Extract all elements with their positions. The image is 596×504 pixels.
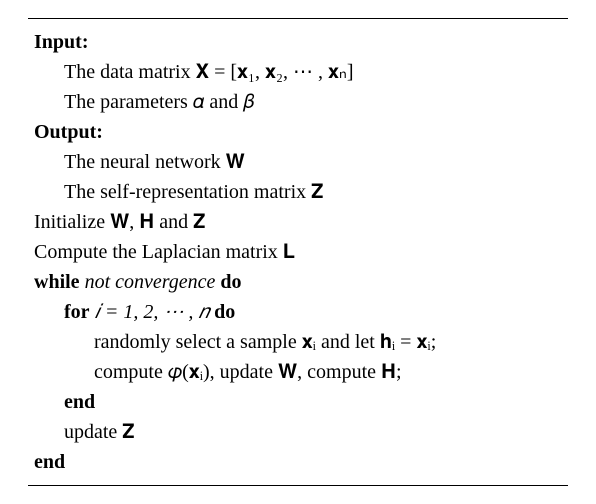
- input-line-2: The parameters 𝛼 and 𝛽: [34, 87, 562, 117]
- output-line-2: The self-representation matrix 𝐙: [34, 177, 562, 207]
- while-line: while not convergence do: [34, 267, 562, 297]
- for-do-keyword: do: [214, 301, 235, 323]
- input-line-1: The data matrix 𝐗 = [𝐱₁, 𝐱₂, ⋯ , 𝐱ₙ]: [34, 57, 562, 87]
- do-keyword: do: [220, 271, 241, 293]
- for-line: for 𝑖 = 1, 2, ⋯ , 𝑛 do: [34, 297, 562, 327]
- output-line-1: The neural network 𝐖: [34, 147, 562, 177]
- initialize-line: Initialize 𝐖, 𝐇 and 𝐙: [34, 207, 562, 237]
- while-condition: not convergence: [80, 271, 221, 293]
- body-line-2: compute 𝜑(𝐱ᵢ), update 𝐖, compute 𝐇;: [34, 357, 562, 387]
- bottom-rule: [28, 485, 568, 486]
- compute-laplacian-line: Compute the Laplacian matrix 𝐋: [34, 237, 562, 267]
- end-while: end: [34, 447, 562, 477]
- input-header: Input:: [34, 27, 562, 57]
- while-keyword: while: [34, 271, 80, 293]
- body-line-1: randomly select a sample 𝐱ᵢ and let 𝐡ᵢ =…: [34, 327, 562, 357]
- output-header: Output:: [34, 117, 562, 147]
- algorithm-block: Input: The data matrix 𝐗 = [𝐱₁, 𝐱₂, ⋯ , …: [28, 19, 568, 485]
- update-z-line: update 𝐙: [34, 417, 562, 447]
- end-for: end: [34, 387, 562, 417]
- for-expression: 𝑖 = 1, 2, ⋯ , 𝑛: [90, 301, 215, 323]
- for-keyword: for: [64, 301, 90, 323]
